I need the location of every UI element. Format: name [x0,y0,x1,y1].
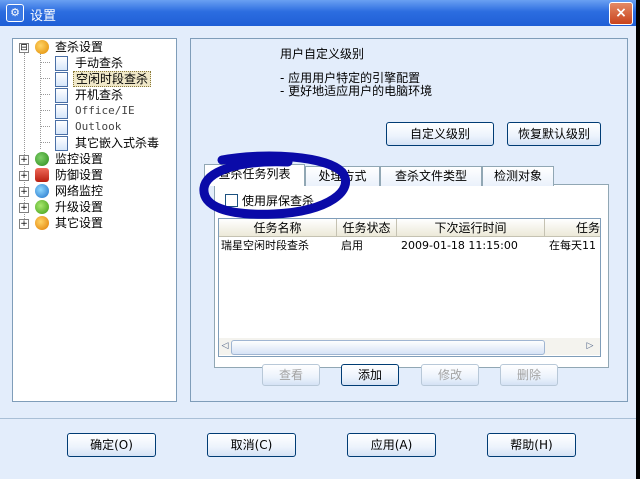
window-title: 设置 [30,9,57,24]
document-icon [55,104,68,119]
scroll-left-arrow-icon[interactable]: ◁ [220,340,230,353]
tab-detection-targets[interactable]: 检测对象 [482,166,554,186]
expand-toggle[interactable]: + [19,171,29,181]
shield-icon [35,168,49,182]
help-button[interactable]: 帮助(H) [487,433,576,457]
tree-item-office-ie[interactable]: Office/IE [13,103,173,119]
cancel-button[interactable]: 取消(C) [207,433,296,457]
tree-item-idle-scan[interactable]: 空闲时段查杀 [13,71,173,87]
cell-task: 在每天11 [549,239,596,252]
scan-settings-icon [35,40,49,54]
tree-item-boot-scan[interactable]: 开机查杀 [13,87,173,103]
restore-default-level-button[interactable]: 恢复默认级别 [507,122,601,146]
title-bar: ⚙ 设置 × [0,0,636,26]
scroll-right-arrow-icon[interactable]: ▷ [585,340,595,353]
apply-button[interactable]: 应用(A) [347,433,436,457]
document-icon [55,56,68,71]
delete-button[interactable]: 删除 [500,364,558,386]
tree-item-manual-scan[interactable]: 手动查杀 [13,55,173,71]
cell-next-run: 2009-01-18 11:15:00 [401,239,518,252]
tree-item-embedded-scan[interactable]: 其它嵌入式杀毒 [13,135,173,151]
footer-divider [0,418,636,419]
tab-scan-file-types[interactable]: 查杀文件类型 [380,166,482,186]
settings-tree: ⊟ 查杀设置 手动查杀 空闲时段查杀 开机查杀 Office/IE Outloo… [12,38,177,402]
document-icon [55,120,68,135]
document-icon [55,72,68,87]
column-header-next-run[interactable]: 下次运行时间 [397,219,545,237]
expand-toggle[interactable]: + [19,187,29,197]
document-icon [55,136,68,151]
add-button[interactable]: 添加 [341,364,399,386]
level-bullet-2: - 更好地适应用户的电脑环境 [280,84,433,98]
update-icon [35,200,49,214]
gear-icon [35,216,49,230]
task-list[interactable]: 任务名称 任务状态 下次运行时间 任务 瑞星空闲时段查杀 启用 2009-01-… [218,218,601,357]
column-header-task[interactable]: 任务 [545,219,600,237]
scrollbar-thumb[interactable] [231,340,545,355]
app-icon: ⚙ [6,4,24,22]
table-row[interactable]: 瑞星空闲时段查杀 启用 2009-01-18 11:15:00 在每天11 [219,238,600,254]
modify-button[interactable]: 修改 [421,364,479,386]
expand-toggle[interactable]: + [19,155,29,165]
ok-button[interactable]: 确定(O) [67,433,156,457]
cell-task-status: 启用 [341,239,363,252]
settings-window: ⚙ 设置 × ⊟ 查杀设置 手动查杀 空闲时段查杀 开机查杀 Office/IE… [0,0,636,479]
hand-drawn-circle-annotation [199,151,351,219]
document-icon [55,88,68,103]
close-button[interactable]: × [609,2,633,25]
level-heading: 用户自定义级别 [280,47,365,61]
horizontal-scrollbar[interactable]: ◁ ▷ [219,338,600,355]
tree-item-outlook[interactable]: Outlook [13,119,173,135]
expand-toggle[interactable]: + [19,219,29,229]
collapse-toggle[interactable]: ⊟ [19,43,29,53]
view-button[interactable]: 查看 [262,364,320,386]
expand-toggle[interactable]: + [19,203,29,213]
umbrella-icon [35,152,49,166]
cell-task-name: 瑞星空闲时段查杀 [221,239,309,252]
custom-level-button[interactable]: 自定义级别 [386,122,494,146]
globe-icon [35,184,49,198]
